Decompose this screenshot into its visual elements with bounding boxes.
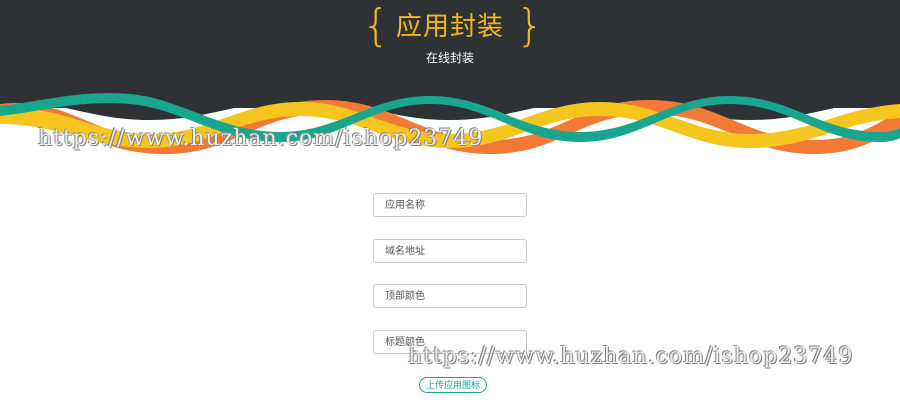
app-name-input[interactable] — [373, 193, 527, 217]
domain-input[interactable] — [373, 239, 527, 263]
top-color-input[interactable] — [373, 284, 527, 308]
page-subtitle: 在线封装 — [425, 51, 474, 65]
page-title: 应用封装 — [395, 12, 504, 42]
header-banner: { } 应用封装 在线封装 — [0, 0, 900, 160]
title-color-input[interactable] — [373, 330, 527, 354]
upload-icon-button[interactable]: 上传应用图标 — [419, 377, 488, 393]
